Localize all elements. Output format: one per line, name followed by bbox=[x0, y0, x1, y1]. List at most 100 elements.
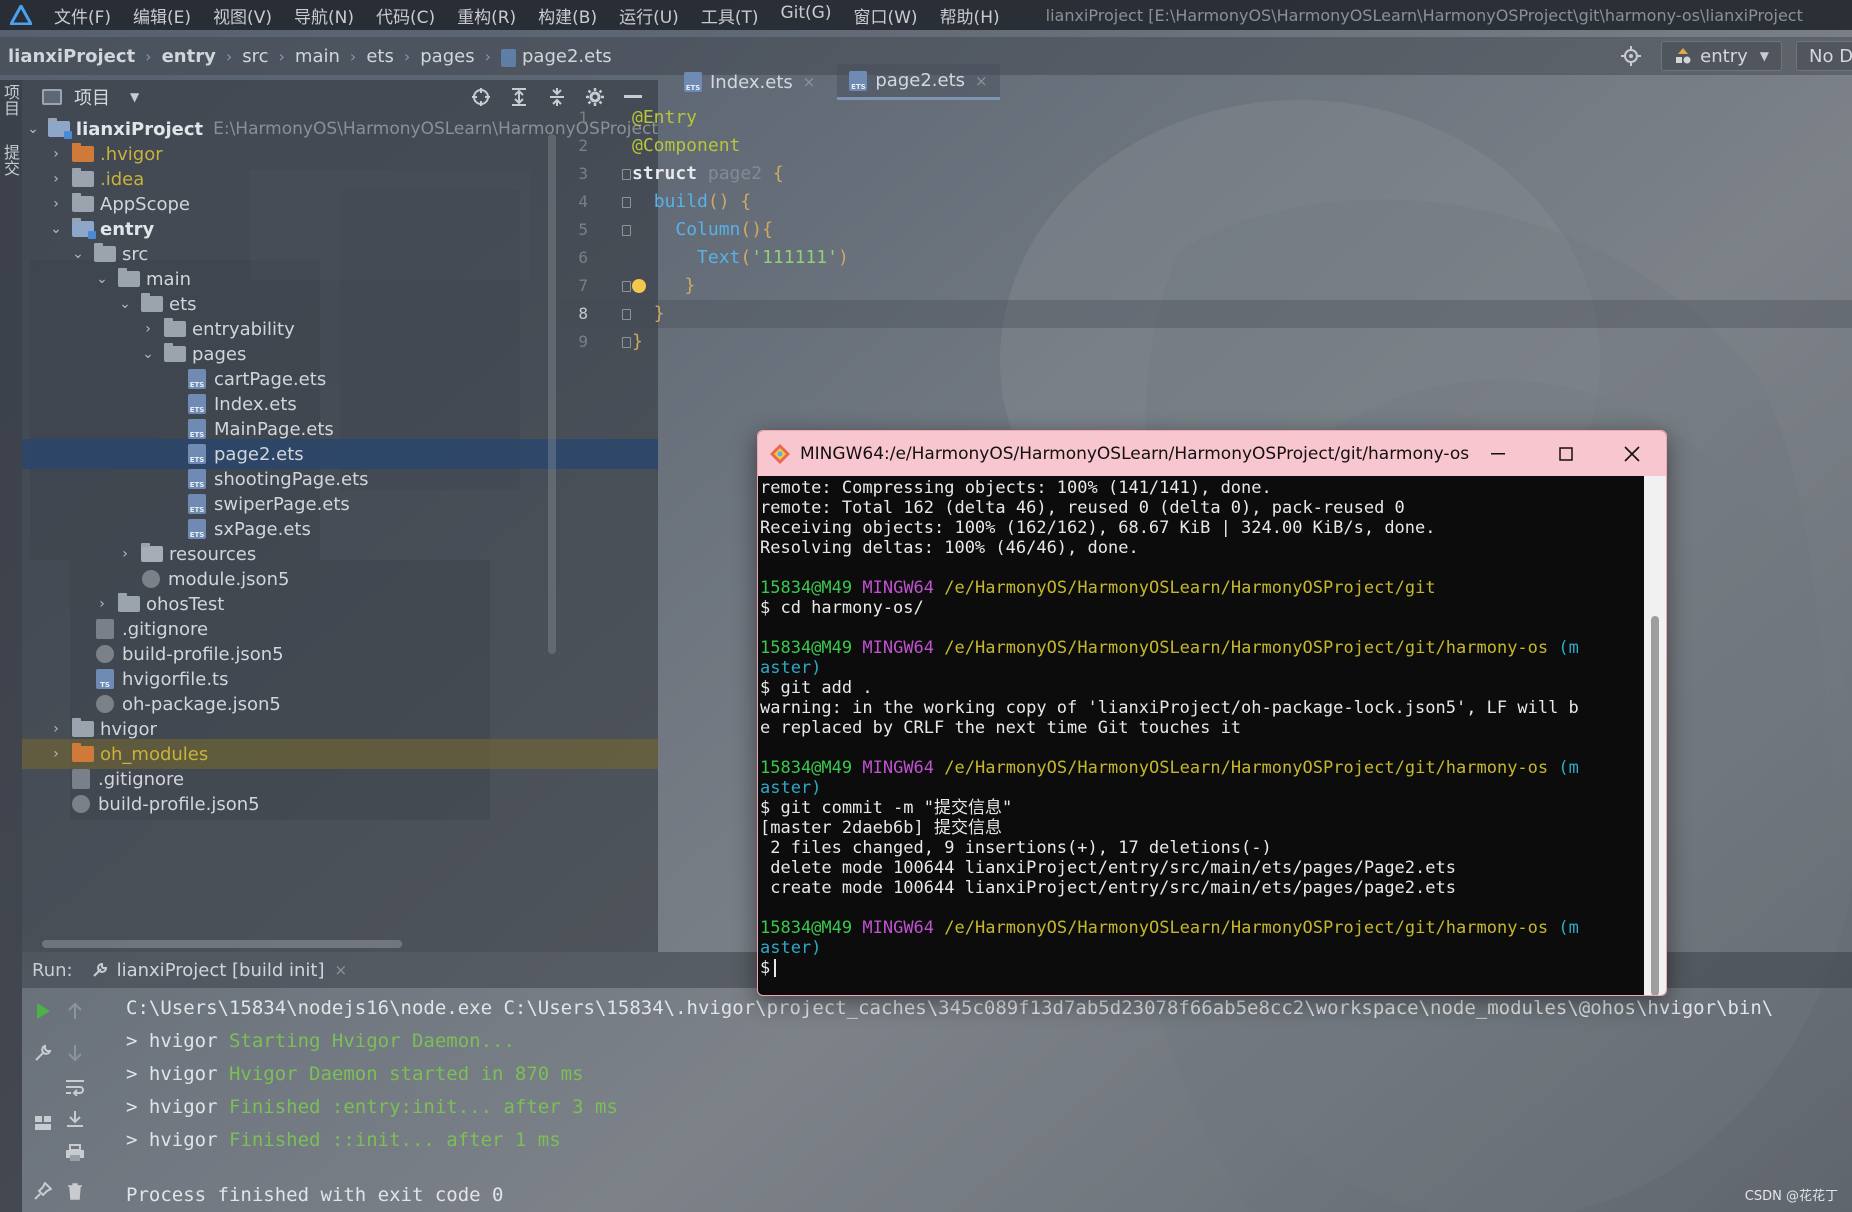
ets-file-icon: ETS bbox=[188, 494, 206, 514]
arrow-down-icon[interactable] bbox=[62, 1040, 88, 1066]
folder-icon bbox=[164, 318, 186, 337]
tree-horizontal-scrollbar[interactable] bbox=[42, 940, 402, 948]
strip-tab-commit[interactable]: 提交 bbox=[0, 140, 22, 180]
menu-edit[interactable]: 编辑(E) bbox=[133, 3, 191, 28]
terminal-output[interactable]: remote: Compressing objects: 100% (141/1… bbox=[758, 476, 1644, 995]
breadcrumb-project[interactable]: lianxiProject bbox=[8, 46, 135, 67]
terminal-line: 2 files changed, 9 insertions(+), 17 del… bbox=[760, 838, 1272, 858]
code-token: } bbox=[653, 303, 665, 324]
tree-vertical-scrollbar[interactable] bbox=[548, 134, 556, 654]
locate-file-icon[interactable] bbox=[462, 84, 500, 110]
terminal-line: remote: Compressing objects: 100% (141/1… bbox=[760, 478, 1272, 498]
breadcrumb-src[interactable]: src bbox=[242, 46, 268, 67]
strip-tab-project[interactable]: 项目 bbox=[0, 80, 22, 120]
menu-code[interactable]: 代码(C) bbox=[376, 3, 435, 28]
chevron-down-icon[interactable]: ⌄ bbox=[48, 221, 64, 237]
trash-icon[interactable] bbox=[62, 1178, 88, 1204]
tree-label: hvigorfile.ts bbox=[122, 668, 229, 690]
code-content[interactable]: @Entry @Component struct page2 { build()… bbox=[632, 104, 849, 356]
tab-page2-ets[interactable]: ETS page2.ets × bbox=[837, 64, 1000, 100]
close-icon[interactable] bbox=[1598, 431, 1666, 476]
code-token: struct bbox=[632, 163, 698, 184]
maximize-icon[interactable] bbox=[1532, 431, 1600, 476]
tab-index-ets[interactable]: ETS Index.ets × bbox=[672, 64, 827, 100]
soft-wrap-icon[interactable] bbox=[62, 1074, 88, 1100]
menu-run[interactable]: 运行(U) bbox=[619, 3, 679, 28]
tree-label: page2.ets bbox=[214, 443, 304, 465]
minimize-icon[interactable] bbox=[1464, 431, 1532, 476]
menu-build[interactable]: 构建(B) bbox=[538, 3, 597, 28]
fold-icon[interactable] bbox=[621, 224, 631, 236]
chevron-right-icon[interactable]: › bbox=[48, 721, 64, 737]
breadcrumb-ets[interactable]: ets bbox=[366, 46, 394, 67]
fold-icon[interactable] bbox=[621, 308, 631, 320]
layout-icon[interactable] bbox=[30, 1110, 56, 1136]
close-icon[interactable]: × bbox=[803, 73, 816, 91]
panel-title[interactable]: 项目 bbox=[74, 84, 110, 110]
menu-help[interactable]: 帮助(H) bbox=[940, 3, 1000, 28]
menu-tools[interactable]: 工具(T) bbox=[701, 3, 759, 28]
chevron-down-icon[interactable]: ⌄ bbox=[94, 271, 110, 287]
menu-git[interactable]: Git(G) bbox=[780, 3, 831, 28]
menu-navigate[interactable]: 导航(N) bbox=[294, 3, 354, 28]
breadcrumb-entry[interactable]: entry bbox=[162, 46, 216, 67]
chevron-down-icon[interactable]: ▼ bbox=[130, 90, 139, 104]
close-icon[interactable]: × bbox=[335, 961, 348, 979]
tree-label: module.json5 bbox=[168, 568, 290, 590]
fold-icon[interactable] bbox=[621, 168, 631, 180]
terminal-scrollbar[interactable] bbox=[1644, 476, 1666, 995]
chevron-down-icon[interactable]: ⌄ bbox=[70, 246, 86, 262]
run-tab[interactable]: lianxiProject [build init] × bbox=[91, 960, 347, 981]
run-output-message: Finished :entry:init... after 3 ms bbox=[228, 1096, 618, 1118]
chevron-right-icon[interactable]: › bbox=[48, 746, 64, 762]
tree-label: cartPage.ets bbox=[214, 368, 327, 390]
menu-view[interactable]: 视图(V) bbox=[213, 3, 272, 28]
run-output-line: C:\Users\15834\nodejs16\node.exe C:\User… bbox=[126, 997, 1774, 1019]
wrench-icon[interactable] bbox=[30, 1040, 56, 1066]
close-icon[interactable]: × bbox=[975, 72, 988, 90]
chevron-down-icon[interactable]: ⌄ bbox=[117, 296, 133, 312]
crosshair-icon[interactable] bbox=[1621, 46, 1642, 66]
menu-refactor[interactable]: 重构(R) bbox=[457, 3, 516, 28]
fold-icon[interactable] bbox=[621, 280, 631, 292]
terminal-scrollbar-thumb[interactable] bbox=[1651, 616, 1659, 995]
chevron-right-icon[interactable]: › bbox=[48, 146, 64, 162]
run-output[interactable]: C:\Users\15834\nodejs16\node.exe C:\User… bbox=[126, 992, 1852, 1212]
breadcrumb-separator-icon: › bbox=[278, 46, 285, 66]
pin-icon[interactable] bbox=[30, 1178, 56, 1204]
menu-window[interactable]: 窗口(W) bbox=[853, 3, 917, 28]
rerun-icon[interactable] bbox=[30, 998, 56, 1024]
terminal-input-line[interactable]: $ bbox=[760, 958, 1644, 978]
arrow-up-icon[interactable] bbox=[62, 998, 88, 1024]
chevron-right-icon[interactable]: › bbox=[117, 546, 133, 562]
tree-label: .hvigor bbox=[100, 143, 163, 165]
folder-icon bbox=[141, 543, 163, 562]
breadcrumb-pages[interactable]: pages bbox=[420, 46, 474, 67]
chevron-right-icon[interactable]: › bbox=[94, 596, 110, 612]
line-number: 1 bbox=[578, 108, 588, 127]
line-number: 4 bbox=[578, 192, 588, 211]
terminal-titlebar[interactable]: MINGW64:/e/HarmonyOS/HarmonyOSLearn/Harm… bbox=[758, 431, 1666, 476]
breadcrumb-main[interactable]: main bbox=[295, 46, 340, 67]
scroll-to-end-icon[interactable] bbox=[62, 1106, 88, 1132]
folder-icon bbox=[94, 243, 116, 262]
fold-icon[interactable] bbox=[621, 336, 631, 348]
breadcrumb-separator-icon: › bbox=[484, 46, 491, 66]
lightbulb-icon[interactable] bbox=[632, 279, 646, 293]
chevron-right-icon[interactable]: › bbox=[140, 321, 156, 337]
prompt-user: 15834@M49 bbox=[760, 578, 853, 598]
run-output-prefix: > hvigor bbox=[126, 1129, 229, 1151]
print-icon[interactable] bbox=[62, 1140, 88, 1166]
code-token: @Component bbox=[632, 135, 741, 156]
chevron-down-icon[interactable]: ⌄ bbox=[140, 346, 156, 362]
breadcrumb-separator-icon: › bbox=[145, 46, 152, 66]
expand-all-icon[interactable] bbox=[500, 84, 538, 110]
watermark: CSDN @花花丁 bbox=[1744, 1189, 1838, 1204]
text-cursor bbox=[774, 959, 777, 977]
chevron-right-icon[interactable]: › bbox=[48, 171, 64, 187]
json-file-icon bbox=[72, 795, 90, 813]
menu-file[interactable]: 文件(F) bbox=[54, 3, 111, 28]
chevron-down-icon[interactable]: ⌄ bbox=[26, 121, 40, 137]
fold-icon[interactable] bbox=[621, 196, 631, 208]
chevron-right-icon[interactable]: › bbox=[48, 196, 64, 212]
